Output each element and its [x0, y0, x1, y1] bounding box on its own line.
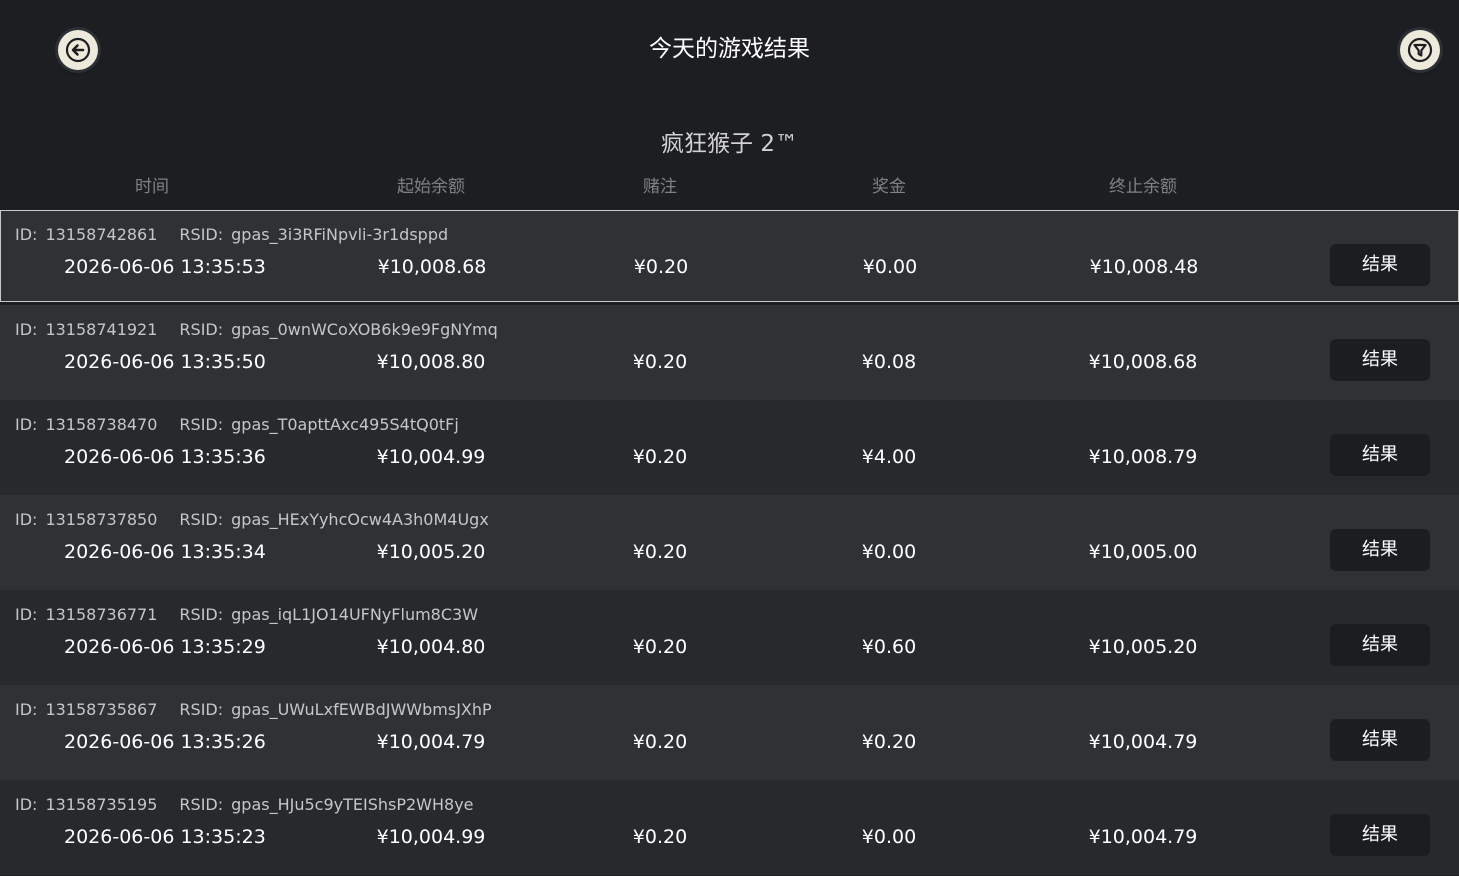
- round-id: 13158742861: [45, 225, 158, 244]
- row-identifiers: ID: 13158738470 RSID: gpas_T0apttAxc495S4tQ…: [15, 414, 459, 436]
- round-id: 13158738470: [45, 415, 158, 434]
- row-time: 2026-06-06 13:35:23: [64, 826, 266, 848]
- row-start-balance: ¥10,008.68: [377, 256, 487, 278]
- row-time: 2026-06-06 13:35:53: [64, 256, 266, 278]
- column-header-end-balance: 终止余额: [1109, 177, 1177, 197]
- row-start-balance: ¥10,004.99: [376, 826, 486, 848]
- id-label: ID:: [15, 225, 38, 244]
- row-win: ¥0.08: [861, 351, 917, 373]
- row-start-balance: ¥10,008.80: [376, 351, 486, 373]
- rsid-value: gpas_UWuLxfEWBdJWWbmsJXhP: [231, 700, 492, 719]
- rsid-label: RSID:: [179, 415, 224, 434]
- rsid-value: gpas_HJu5c9yTEIShsP2WH8ye: [231, 795, 474, 814]
- rsid-label: RSID:: [179, 605, 224, 624]
- row-end-balance: ¥10,008.68: [1088, 351, 1198, 373]
- row-time: 2026-06-06 13:35:29: [64, 636, 266, 658]
- result-button[interactable]: 结果: [1330, 814, 1430, 856]
- row-time: 2026-06-06 13:35:26: [64, 731, 266, 753]
- id-label: ID:: [15, 510, 38, 529]
- round-id: 13158735867: [45, 700, 158, 719]
- row-time: 2026-06-06 13:35:36: [64, 446, 266, 468]
- column-header-time: 时间: [135, 177, 169, 197]
- table-row[interactable]: ID: 13158742861 RSID: gpas_3i3RFiNpvli-3r1d…: [0, 210, 1459, 302]
- rsid-value: gpas_T0apttAxc495S4tQ0tFj: [231, 415, 459, 434]
- row-start-balance: ¥10,004.80: [376, 636, 486, 658]
- table-row[interactable]: ID: 13158737850 RSID: gpas_HExYyhcOcw4A3h0M…: [0, 495, 1459, 590]
- column-header-start-balance: 起始余额: [397, 177, 465, 197]
- row-end-balance: ¥10,008.48: [1089, 256, 1199, 278]
- row-identifiers: ID: 13158735195 RSID: gpas_HJu5c9yTEIShsP2W…: [15, 794, 474, 816]
- row-win: ¥0.00: [862, 256, 918, 278]
- result-button[interactable]: 结果: [1330, 244, 1430, 286]
- row-identifiers: ID: 13158735867 RSID: gpas_UWuLxfEWBdJWWbms…: [15, 699, 492, 721]
- row-end-balance: ¥10,008.79: [1088, 446, 1198, 468]
- row-end-balance: ¥10,005.00: [1088, 541, 1198, 563]
- rsid-value: gpas_iqL1JO14UFNyFlum8C3W: [231, 605, 479, 624]
- row-win: ¥0.20: [861, 731, 917, 753]
- rsid-label: RSID:: [179, 225, 224, 244]
- row-end-balance: ¥10,004.79: [1088, 731, 1198, 753]
- id-label: ID:: [15, 320, 38, 339]
- row-win: ¥0.60: [861, 636, 917, 658]
- round-id: 13158736771: [45, 605, 158, 624]
- result-button[interactable]: 结果: [1330, 529, 1430, 571]
- row-start-balance: ¥10,005.20: [376, 541, 486, 563]
- filter-button[interactable]: [1400, 30, 1440, 70]
- row-identifiers: ID: 13158742861 RSID: gpas_3i3RFiNpvli-3r1d…: [15, 224, 448, 246]
- rsid-value: gpas_3i3RFiNpvli-3r1dsppd: [231, 225, 449, 244]
- rsid-value: gpas_HExYyhcOcw4A3h0M4Ugx: [231, 510, 489, 529]
- result-button[interactable]: 结果: [1330, 339, 1430, 381]
- row-identifiers: ID: 13158737850 RSID: gpas_HExYyhcOcw4A3h0M…: [15, 509, 489, 531]
- id-label: ID:: [15, 795, 38, 814]
- row-win: ¥0.00: [861, 541, 917, 563]
- row-time: 2026-06-06 13:35:50: [64, 351, 266, 373]
- id-label: ID:: [15, 415, 38, 434]
- row-identifiers: ID: 13158741921 RSID: gpas_0wnWCoXOB6k9e9Fg…: [15, 319, 498, 341]
- round-id: 13158737850: [45, 510, 158, 529]
- page-title: 今天的游戏结果: [649, 36, 810, 62]
- game-results-page: 今天的游戏结果 疯狂猴子 2™ 时间 起始余额 赌注 奖金 终止余额 ID: 13…: [0, 0, 1459, 876]
- table-row[interactable]: ID: 13158741921 RSID: gpas_0wnWCoXOB6k9e9Fg…: [0, 305, 1459, 400]
- row-bet: ¥0.20: [632, 731, 688, 753]
- row-bet: ¥0.20: [632, 636, 688, 658]
- rsid-label: RSID:: [179, 320, 224, 339]
- row-bet: ¥0.20: [633, 256, 689, 278]
- funnel-icon: [1407, 37, 1433, 63]
- rsid-label: RSID:: [179, 700, 224, 719]
- result-button[interactable]: 结果: [1330, 434, 1430, 476]
- row-end-balance: ¥10,004.79: [1088, 826, 1198, 848]
- row-bet: ¥0.20: [632, 351, 688, 373]
- table-row[interactable]: ID: 13158735195 RSID: gpas_HJu5c9yTEIShsP2W…: [0, 780, 1459, 875]
- result-button[interactable]: 结果: [1330, 719, 1430, 761]
- row-win: ¥0.00: [861, 826, 917, 848]
- round-id: 13158741921: [45, 320, 158, 339]
- rsid-value: gpas_0wnWCoXOB6k9e9FgNYmq: [231, 320, 498, 339]
- row-bet: ¥0.20: [632, 826, 688, 848]
- rsid-label: RSID:: [179, 510, 224, 529]
- row-identifiers: ID: 13158736771 RSID: gpas_iqL1JO14UFNyFlum…: [15, 604, 478, 626]
- id-label: ID:: [15, 605, 38, 624]
- row-end-balance: ¥10,005.20: [1088, 636, 1198, 658]
- row-time: 2026-06-06 13:35:34: [64, 541, 266, 563]
- result-button[interactable]: 结果: [1330, 624, 1430, 666]
- row-start-balance: ¥10,004.79: [376, 731, 486, 753]
- column-header-win: 奖金: [872, 177, 906, 197]
- row-start-balance: ¥10,004.99: [376, 446, 486, 468]
- results-list: ID: 13158742861 RSID: gpas_3i3RFiNpvli-3r1d…: [0, 210, 1459, 875]
- game-name: 疯狂猴子 2™: [661, 131, 798, 157]
- row-bet: ¥0.20: [632, 446, 688, 468]
- table-row[interactable]: ID: 13158738470 RSID: gpas_T0apttAxc495S4tQ…: [0, 400, 1459, 495]
- row-bet: ¥0.20: [632, 541, 688, 563]
- column-header-bet: 赌注: [643, 177, 677, 197]
- round-id: 13158735195: [45, 795, 158, 814]
- table-row[interactable]: ID: 13158735867 RSID: gpas_UWuLxfEWBdJWWbms…: [0, 685, 1459, 780]
- rsid-label: RSID:: [179, 795, 224, 814]
- row-win: ¥4.00: [861, 446, 917, 468]
- id-label: ID:: [15, 700, 38, 719]
- table-row[interactable]: ID: 13158736771 RSID: gpas_iqL1JO14UFNyFlum…: [0, 590, 1459, 685]
